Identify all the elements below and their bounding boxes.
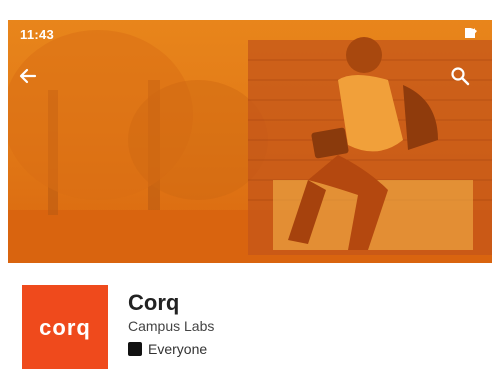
search-button[interactable] <box>450 66 482 98</box>
status-bar: 11:43 <box>8 20 492 48</box>
back-button[interactable] <box>18 66 50 98</box>
app-header: corq Corq Campus Labs Everyone <box>8 263 492 369</box>
feature-graphic-art <box>8 30 492 263</box>
developer-link[interactable]: Campus Labs <box>128 318 214 334</box>
feature-graphic: 11:43 <box>8 20 492 263</box>
app-title: Corq <box>128 290 180 315</box>
app-details-screen: 11:43 corq Corq Campus Labs Everyone <box>8 20 492 369</box>
content-rating-icon <box>128 342 142 356</box>
app-icon: corq <box>22 285 108 369</box>
content-rating-label: Everyone <box>148 341 208 357</box>
app-icon-text: corq <box>39 315 91 340</box>
status-time: 11:43 <box>20 27 55 42</box>
content-rating: Everyone <box>128 341 207 357</box>
